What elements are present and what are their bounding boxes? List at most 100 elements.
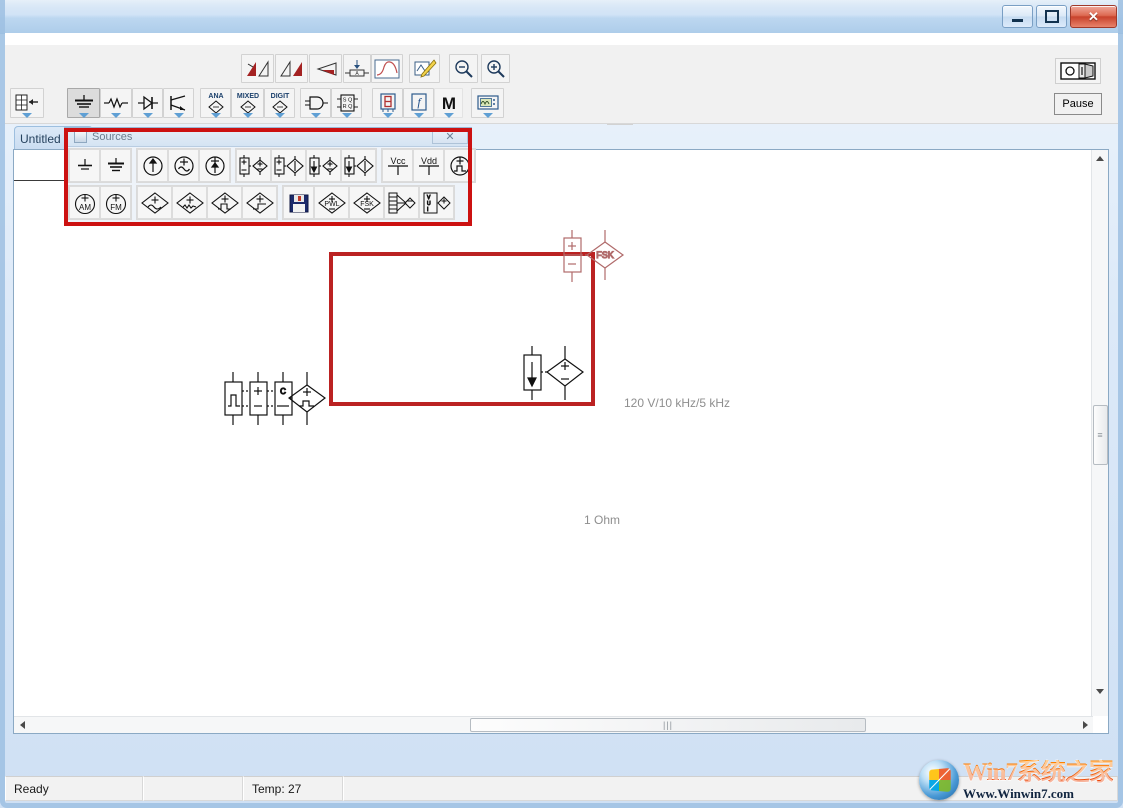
sources-palette-body: Vcc Vdd [68, 148, 468, 222]
chevron-down-icon[interactable] [143, 113, 153, 118]
close-icon: ✕ [1088, 9, 1099, 25]
scroll-right-button[interactable] [1077, 717, 1093, 733]
step-waveform-source-button[interactable] [242, 186, 277, 219]
digital-ground-button[interactable] [100, 149, 131, 182]
sources-row-2: AM FM [68, 185, 468, 220]
dynamic-dc-button[interactable]: A [343, 54, 371, 83]
passive-components-button[interactable] [100, 88, 132, 118]
sine-waveform-source-button[interactable] [137, 186, 172, 219]
file-source-button[interactable] [283, 186, 314, 219]
schematic-canvas-container: FSK [13, 149, 1109, 734]
digital-stimulus-source-button[interactable] [384, 186, 419, 219]
macros-button[interactable]: M [434, 88, 463, 118]
pulse-waveform-source-button[interactable] [207, 186, 242, 219]
vertical-scrollbar[interactable]: ≡ [1091, 150, 1108, 716]
chevron-down-icon[interactable] [243, 113, 253, 118]
vdd-source-button[interactable]: Vdd [413, 149, 444, 182]
status-temperature-text: Temp: 27 [252, 782, 301, 796]
parts-toolbar: ANA MIXED DIGIT [5, 85, 1118, 124]
maximize-button[interactable] [1036, 5, 1067, 28]
supply-sources-group: Vcc Vdd [381, 148, 476, 183]
window-controls: ✕ [1002, 5, 1117, 28]
current-source-2-button[interactable] [341, 149, 376, 182]
minimize-button[interactable] [1002, 5, 1033, 28]
svg-text:Vcc: Vcc [390, 156, 406, 166]
svg-text:FM: FM [110, 203, 122, 212]
diodes-button[interactable] [132, 88, 163, 118]
special-sources-group: PWL FSK [282, 185, 455, 220]
horizontal-scrollbar[interactable]: ||| [14, 716, 1093, 733]
logic-gates-button[interactable] [300, 88, 331, 118]
chevron-down-icon[interactable] [275, 113, 285, 118]
fm-source-button[interactable]: FM [100, 186, 131, 219]
battery-voltage-source-button[interactable] [236, 149, 271, 182]
pwl-source-button[interactable]: PWL [314, 186, 349, 219]
sources-palette[interactable]: Sources ✕ [64, 127, 472, 226]
dc-current-source-button[interactable] [137, 149, 168, 182]
vcc-source-button[interactable]: Vcc [382, 149, 413, 182]
instruments-button[interactable] [471, 88, 504, 118]
sources-palette-button[interactable] [67, 88, 100, 118]
probe-button[interactable] [371, 54, 403, 83]
ac-analysis-button[interactable] [275, 54, 308, 83]
sources-palette-titlebar[interactable]: Sources ✕ [65, 128, 471, 147]
chevron-down-icon[interactable] [79, 113, 89, 118]
watermark: Win7系统之家 Www.Winwin7.com [919, 756, 1109, 804]
schematic-drawing: FSK [14, 150, 1090, 715]
scroll-up-button[interactable] [1092, 150, 1108, 166]
pause-button[interactable]: Pause [1054, 93, 1102, 115]
vertical-scroll-thumb[interactable]: ≡ [1093, 405, 1108, 465]
component-database-button[interactable] [10, 88, 44, 118]
fsk-source-label: 120 V/10 kHz/5 kHz [624, 396, 730, 410]
scroll-down-button[interactable] [1092, 683, 1108, 699]
user-source-button[interactable]: V U I [419, 186, 454, 219]
pulse-source-button[interactable] [444, 149, 475, 182]
chevron-down-icon[interactable] [22, 113, 32, 118]
voltage-source-2-button[interactable] [271, 149, 306, 182]
svg-text:R Q: R Q [342, 104, 353, 110]
mixed-primitives-button[interactable]: MIXED [231, 88, 264, 118]
current-source-1-button[interactable] [306, 149, 341, 182]
sources-palette-title: Sources [92, 131, 132, 143]
chevron-down-icon[interactable] [444, 113, 454, 118]
ground-button[interactable] [69, 149, 100, 182]
dependent-sources-group [235, 148, 377, 183]
pause-label: Pause [1062, 98, 1093, 110]
scroll-grip-icon: ≡ [1097, 431, 1103, 440]
status-ready-text: Ready [14, 782, 49, 796]
power-switch-button[interactable] [1055, 58, 1101, 84]
scroll-left-button[interactable] [14, 717, 30, 733]
zoom-out-button[interactable] [449, 54, 478, 83]
ac-current-source-button[interactable] [199, 149, 230, 182]
displays-button[interactable] [372, 88, 403, 118]
digital-primitives-button[interactable]: DIGIT [264, 88, 295, 118]
chevron-down-icon[interactable] [483, 113, 493, 118]
chevron-down-icon[interactable] [342, 113, 352, 118]
chevron-down-icon[interactable] [311, 113, 321, 118]
chevron-down-icon[interactable] [414, 113, 424, 118]
fsk-source-button[interactable]: FSK [349, 186, 384, 219]
close-button[interactable]: ✕ [1070, 5, 1117, 28]
noise-waveform-source-button[interactable] [172, 186, 207, 219]
chevron-down-icon[interactable] [174, 113, 184, 118]
analog-primitives-button[interactable]: ANA [200, 88, 231, 118]
chevron-down-icon[interactable] [111, 113, 121, 118]
palette-close-button[interactable]: ✕ [432, 129, 468, 144]
dc-analysis-button[interactable] [309, 54, 342, 83]
source-diamond-symbol [541, 346, 583, 400]
status-ready-pane: Ready [5, 776, 143, 801]
schematic-canvas[interactable]: FSK [14, 150, 1090, 715]
palette-window-icon [74, 131, 87, 143]
chevron-down-icon[interactable] [211, 113, 221, 118]
sine-source-button[interactable] [168, 149, 199, 182]
am-source-button[interactable]: AM [69, 186, 100, 219]
transient-analysis-button[interactable] [241, 54, 274, 83]
horizontal-scroll-thumb[interactable]: ||| [470, 718, 866, 732]
svg-text:DIGIT: DIGIT [270, 93, 289, 100]
function-sources-button[interactable]: f [403, 88, 434, 118]
flip-flops-button[interactable]: S Q R Q [331, 88, 362, 118]
zoom-in-button[interactable] [481, 54, 510, 83]
transistors-button[interactable] [163, 88, 194, 118]
edit-waveform-button[interactable] [409, 54, 440, 83]
chevron-down-icon[interactable] [383, 113, 393, 118]
